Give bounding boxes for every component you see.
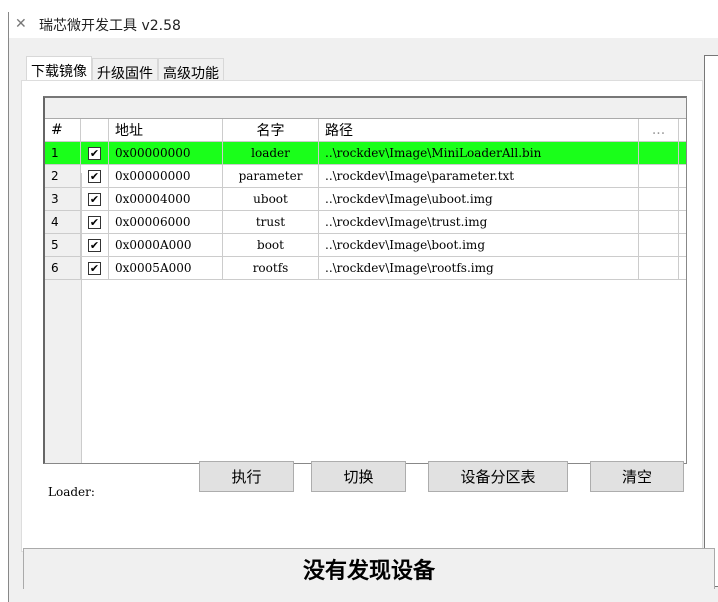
run-button[interactable]: 执行 — [199, 461, 294, 492]
log-panel[interactable] — [704, 55, 718, 587]
row-address: 0x00006000 — [109, 211, 223, 233]
row-number: 1 — [45, 142, 81, 164]
clear-button[interactable]: 清空 — [590, 461, 684, 492]
row-path[interactable]: ..\rockdev\Image\MiniLoaderAll.bin — [319, 142, 639, 164]
row-number: 2 — [45, 165, 81, 187]
row-number: 6 — [45, 257, 81, 279]
row-checkbox[interactable]: ✔ — [81, 142, 109, 164]
row-checkbox[interactable]: ✔ — [81, 165, 109, 187]
table-header: # 地址 名字 路径 ... — [45, 119, 686, 142]
row-address: 0x0005A000 — [109, 257, 223, 279]
row-name: rootfs — [223, 257, 319, 279]
title-bar: ✕ 瑞芯微开发工具 v2.58 — [9, 12, 718, 38]
table-row[interactable]: 3 ✔ 0x00004000 uboot ..\rockdev\Image\uboot.… — [45, 188, 686, 211]
row-browse[interactable] — [639, 257, 679, 279]
device-status: 没有发现设备 — [23, 548, 715, 589]
table-row[interactable]: 6 ✔ 0x0005A000 rootfs ..\rockdev\Image\rootf… — [45, 257, 686, 280]
row-number: 4 — [45, 211, 81, 233]
row-address: 0x00004000 — [109, 188, 223, 210]
row-address: 0x00000000 — [109, 165, 223, 187]
checkbox[interactable]: ✔ — [88, 215, 101, 229]
row-number: 5 — [45, 234, 81, 256]
loader-label: Loader: — [48, 485, 95, 499]
row-path[interactable]: ..\rockdev\Image\uboot.img — [319, 188, 639, 210]
table-row[interactable]: 2 ✔ 0x00000000 parameter ..\rockdev\Image\pa… — [45, 165, 686, 188]
table-top-strip — [45, 98, 686, 119]
checkbox[interactable]: ✔ — [88, 169, 101, 183]
row-browse[interactable] — [639, 142, 679, 164]
download-panel: # 地址 名字 路径 ... 1 ✔ 0x00000000 loader ..\rock… — [21, 80, 703, 552]
col-check[interactable] — [81, 119, 109, 141]
partition-table-button[interactable]: 设备分区表 — [428, 461, 568, 492]
checkbox[interactable]: ✔ — [88, 238, 101, 252]
checkbox[interactable]: ✔ — [88, 192, 101, 206]
row-checkbox[interactable]: ✔ — [81, 234, 109, 256]
row-checkbox[interactable]: ✔ — [81, 211, 109, 233]
row-browse[interactable] — [639, 234, 679, 256]
col-path[interactable]: 路径 — [319, 119, 639, 141]
row-name: parameter — [223, 165, 319, 187]
row-checkbox[interactable]: ✔ — [81, 188, 109, 210]
tools-icon: ✕ — [15, 16, 27, 32]
row-name: trust — [223, 211, 319, 233]
row-path[interactable]: ..\rockdev\Image\rootfs.img — [319, 257, 639, 279]
row-browse[interactable] — [639, 211, 679, 233]
row-browse[interactable] — [639, 165, 679, 187]
row-address: 0x00000000 — [109, 142, 223, 164]
row-name: boot — [223, 234, 319, 256]
row-address: 0x0000A000 — [109, 234, 223, 256]
col-name[interactable]: 名字 — [223, 119, 319, 141]
row-name: loader — [223, 142, 319, 164]
row-path[interactable]: ..\rockdev\Image\trust.img — [319, 211, 639, 233]
app-window: ✕ 瑞芯微开发工具 v2.58 下载镜像 升级固件 高级功能 # 地址 名字 路… — [8, 12, 718, 602]
table-row[interactable]: 4 ✔ 0x00006000 trust ..\rockdev\Image\trust.… — [45, 211, 686, 234]
switch-button[interactable]: 切换 — [311, 461, 406, 492]
image-table: # 地址 名字 路径 ... 1 ✔ 0x00000000 loader ..\rock… — [43, 96, 687, 464]
row-browse[interactable] — [639, 188, 679, 210]
checkbox[interactable]: ✔ — [88, 261, 101, 275]
row-checkbox[interactable]: ✔ — [81, 257, 109, 279]
checkbox[interactable]: ✔ — [88, 146, 101, 160]
window-title: 瑞芯微开发工具 v2.58 — [39, 18, 181, 34]
row-name: uboot — [223, 188, 319, 210]
table-row[interactable]: 5 ✔ 0x0000A000 boot ..\rockdev\Image\boot.im… — [45, 234, 686, 257]
row-path[interactable]: ..\rockdev\Image\parameter.txt — [319, 165, 639, 187]
table-row[interactable]: 1 ✔ 0x00000000 loader ..\rockdev\Image\MiniL… — [45, 142, 686, 165]
col-num[interactable]: # — [45, 119, 81, 141]
row-path[interactable]: ..\rockdev\Image\boot.img — [319, 234, 639, 256]
col-more[interactable]: ... — [639, 119, 679, 141]
row-number: 3 — [45, 188, 81, 210]
col-address[interactable]: 地址 — [109, 119, 223, 141]
